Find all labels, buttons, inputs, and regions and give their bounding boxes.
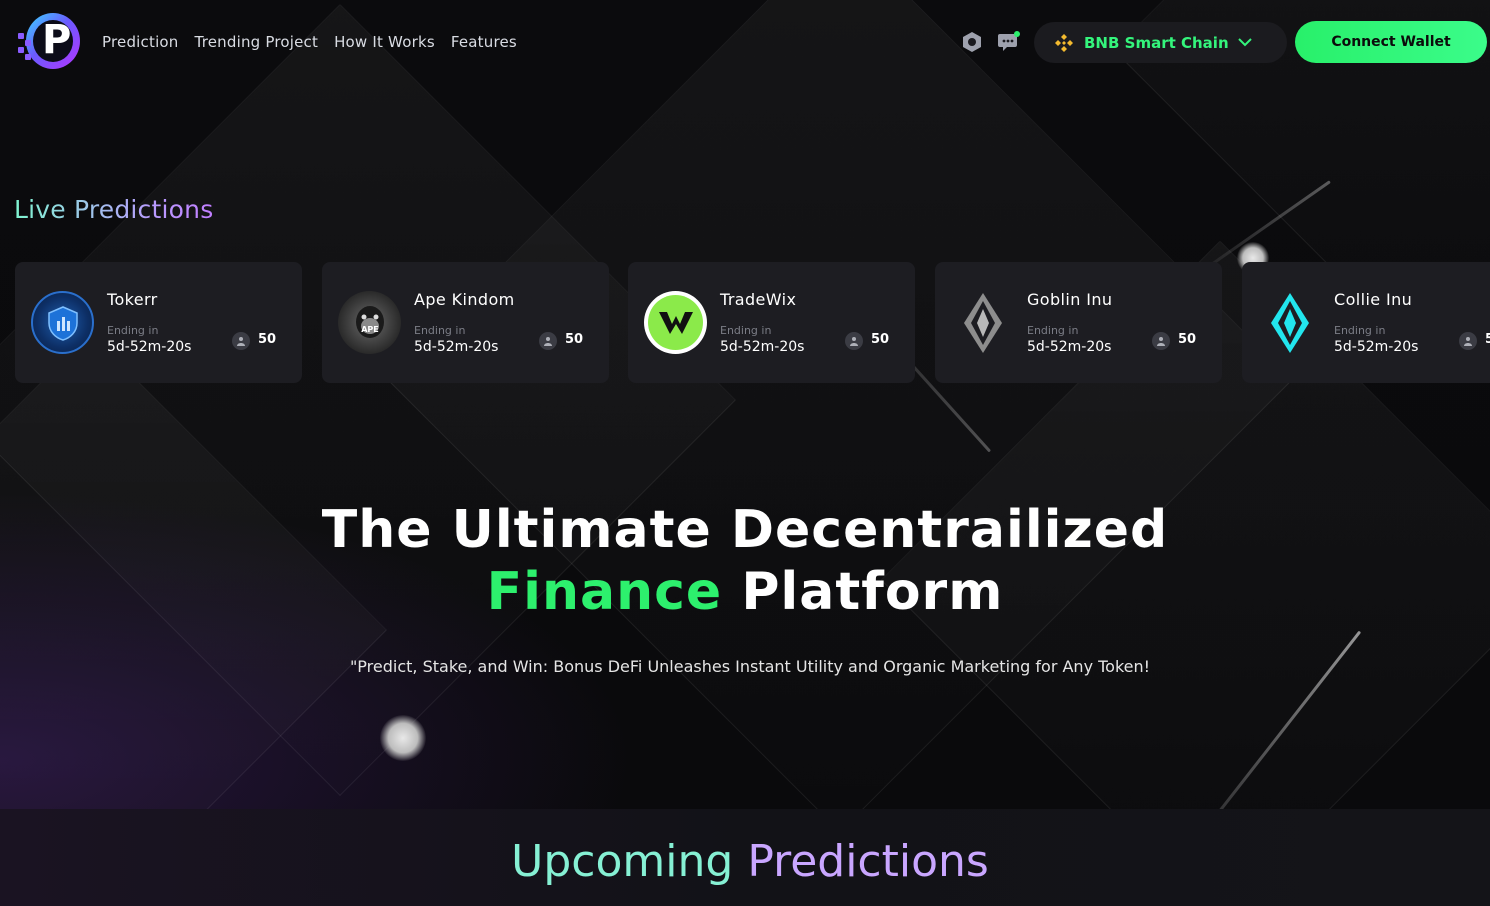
nav-how-it-works[interactable]: How It Works [334, 33, 435, 51]
svg-text:APE: APE [361, 325, 379, 334]
nav-features[interactable]: Features [451, 33, 517, 51]
prediction-card[interactable]: TradeWix Ending in 5d-52m-20s 50 [628, 262, 915, 383]
ape-icon: APE [338, 291, 401, 354]
chain-selector[interactable]: BNB Smart Chain [1034, 22, 1287, 63]
hero-title-line1: The Ultimate Decentrailized [321, 500, 1169, 560]
collie-diamond-icon [1258, 291, 1321, 354]
card-name: Tokerr [107, 290, 158, 309]
participant-count: 50 [565, 332, 584, 347]
prediction-card[interactable]: Tokerr Ending in 5d-52m-20s 50 [15, 262, 302, 383]
card-countdown: 5d-52m-20s [414, 339, 499, 355]
user-icon [1152, 332, 1170, 350]
user-icon [845, 332, 863, 350]
prediction-card[interactable]: Goblin Inu Ending in 5d-52m-20s 50 [935, 262, 1222, 383]
card-name: Collie Inu [1334, 290, 1413, 309]
participant-count: 50 [1485, 332, 1490, 347]
settings-hex-icon[interactable] [960, 30, 984, 54]
user-icon [539, 332, 557, 350]
prediction-card[interactable]: Collie Inu Ending in 5d-52m-20s 50 [1242, 262, 1490, 383]
top-navbar: P Prediction Trending Project How It Wor… [0, 0, 1490, 86]
hero-highlight-word: Finance [486, 562, 723, 622]
card-ending-label: Ending in [1027, 324, 1079, 337]
prediction-card[interactable]: APE Ape Kindom Ending in 5d-52m-20s 50 [322, 262, 609, 383]
card-ending-label: Ending in [414, 324, 466, 337]
nav-trending-project[interactable]: Trending Project [195, 33, 319, 51]
card-name: Goblin Inu [1027, 290, 1113, 309]
nav-prediction[interactable]: Prediction [102, 33, 179, 51]
brand-logo[interactable]: P [18, 13, 82, 71]
hero-title-line2: Finance Platform [0, 562, 1490, 622]
tradewix-w-icon [644, 291, 707, 354]
bnb-icon [1055, 33, 1073, 52]
participant-count: 50 [871, 332, 890, 347]
chevron-down-icon [1238, 38, 1252, 47]
hero-title-rest: Platform [741, 562, 1004, 622]
participant-count: 50 [1178, 332, 1197, 347]
live-predictions-title: Live Predictions [14, 195, 214, 224]
tokerr-shield-icon [31, 291, 94, 354]
participant-count: 50 [258, 332, 277, 347]
upcoming-word: Upcoming [511, 836, 734, 887]
card-ending-label: Ending in [720, 324, 772, 337]
card-countdown: 5d-52m-20s [1027, 339, 1112, 355]
live-predictions-carousel: Tokerr Ending in 5d-52m-20s 50 APE Ape K… [15, 262, 1490, 383]
card-countdown: 5d-52m-20s [107, 339, 192, 355]
card-ending-label: Ending in [1334, 324, 1386, 337]
card-countdown: 5d-52m-20s [1334, 339, 1419, 355]
predictions-word: Predictions [747, 836, 989, 887]
card-name: TradeWix [720, 290, 797, 309]
upcoming-predictions-title: Upcoming Predictions [0, 836, 1490, 887]
main-nav: Prediction Trending Project How It Works… [102, 33, 517, 51]
goblin-diamond-icon [951, 291, 1014, 354]
hero-tagline: "Predict, Stake, and Win: Bonus DeFi Unl… [349, 657, 1151, 676]
connect-wallet-button[interactable]: Connect Wallet [1295, 21, 1487, 63]
card-name: Ape Kindom [414, 290, 515, 309]
user-icon [1459, 332, 1477, 350]
user-icon [232, 332, 250, 350]
chain-label: BNB Smart Chain [1084, 33, 1229, 52]
card-ending-label: Ending in [107, 324, 159, 337]
hero-background [0, 0, 1490, 906]
card-countdown: 5d-52m-20s [720, 339, 805, 355]
chat-icon[interactable] [997, 30, 1021, 54]
